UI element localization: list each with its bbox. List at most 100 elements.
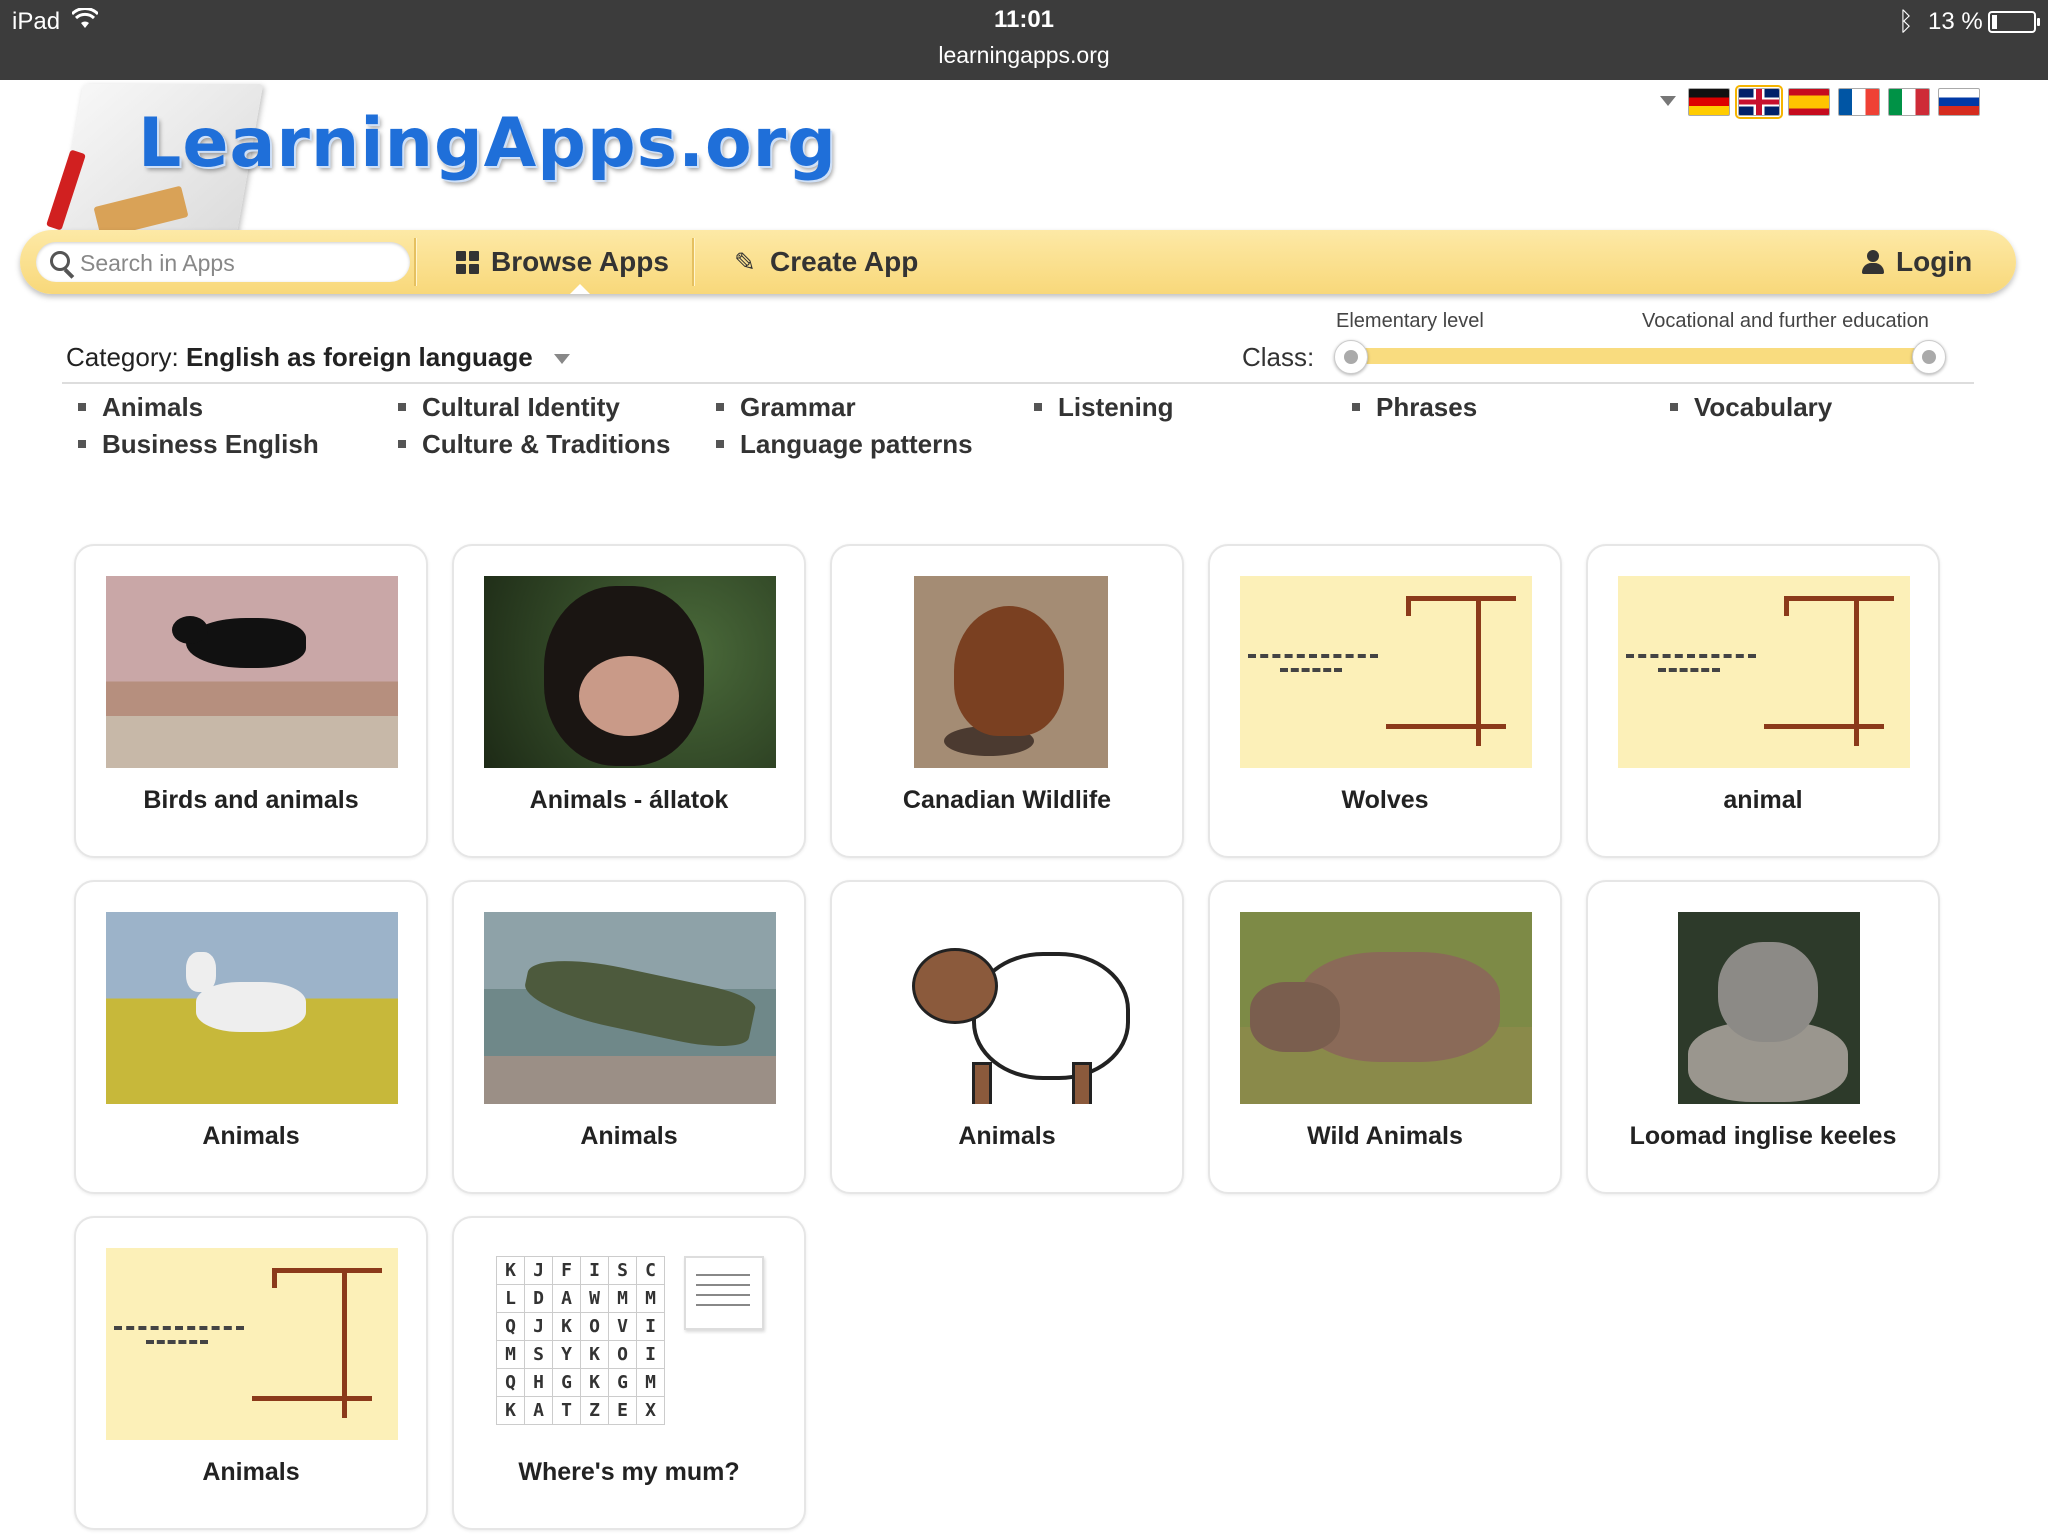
app-title: animal [1723,786,1803,814]
level-min-label: Elementary level [1336,310,1484,332]
app-card[interactable]: Animals - állatok [452,544,806,858]
wordsearch-letter: I [637,1341,665,1369]
subcategory-listening[interactable]: Listening [1024,392,1174,423]
app-card[interactable]: Loomad inglise keeles [1586,880,1940,1194]
wordsearch-letter: E [609,1397,637,1425]
subcategory-phrases[interactable]: Phrases [1342,392,1477,423]
app-card[interactable]: Animals [74,880,428,1194]
active-tab-pointer [570,284,590,294]
german-flag-icon[interactable] [1688,88,1730,116]
app-card[interactable]: Canadian Wildlife [830,544,1184,858]
bluetooth-icon: ᛒ [1898,6,1914,36]
subcategory-animals[interactable]: Animals [68,392,203,423]
english-flag-icon[interactable] [1735,85,1783,119]
app-thumbnail [106,576,398,768]
app-card[interactable]: Animals [74,1216,428,1530]
language-selector [1688,85,1980,119]
hangman-thumbnail [1618,576,1910,768]
language-dropdown-icon[interactable] [1660,96,1676,106]
app-card[interactable]: Animals [452,880,806,1194]
category-selector[interactable]: Category: English as foreign language [66,342,570,373]
app-title: Birds and animals [143,786,359,814]
wordsearch-letter: D [525,1285,553,1313]
subcategory-vocabulary[interactable]: Vocabulary [1660,392,1832,423]
pencil-icon: ✎ [734,247,756,277]
wordsearch-letter: F [553,1257,581,1285]
nav-separator [692,238,694,286]
class-label: Class: [1242,342,1315,372]
app-thumbnail [484,576,776,768]
logo-text: LearningApps.org [138,104,837,183]
app-thumbnail [1240,912,1532,1104]
wordsearch-letter: M [497,1341,525,1369]
hangman-thumbnail [1240,576,1532,768]
wordsearch-letter: M [637,1369,665,1397]
app-card[interactable]: Wild Animals [1208,880,1562,1194]
category-value: English as foreign language [185,342,533,372]
nav-separator [414,238,416,286]
wordsearch-letter: G [553,1369,581,1397]
app-title: Loomad inglise keeles [1629,1122,1897,1150]
app-thumbnail [914,576,1108,768]
app-card[interactable]: Birds and animals [74,544,428,858]
subcategory-culture-traditions[interactable]: Culture & Traditions [388,429,670,460]
wordsearch-letter: I [637,1313,665,1341]
russian-flag-icon[interactable] [1938,88,1980,116]
subcategory-grammar[interactable]: Grammar [706,392,856,423]
wordsearch-grid: KJFISCLDAWMMQJKOVIMSYKOIQHGKGMKATZEX [496,1256,665,1425]
app-title: Animals [202,1122,300,1150]
app-thumbnail [1678,912,1860,1104]
subcategory-cultural-identity[interactable]: Cultural Identity [388,392,620,423]
app-title: Animals [958,1122,1056,1150]
wordsearch-letter: S [609,1257,637,1285]
create-app-button[interactable]: ✎ Create App [734,242,918,282]
wordsearch-letter: M [609,1285,637,1313]
wordsearch-letter: J [525,1313,553,1341]
app-card[interactable]: Wolves [1208,544,1562,858]
login-button[interactable]: Login [1862,242,1972,282]
app-title: Wild Animals [1307,1122,1463,1150]
browse-apps-button[interactable]: Browse Apps [456,242,669,282]
wordsearch-thumbnail: KJFISCLDAWMMQJKOVIMSYKOIQHGKGMKATZEX [484,1248,776,1440]
login-label: Login [1896,246,1973,277]
chevron-down-icon[interactable] [553,354,570,365]
app-card[interactable]: Animals [830,880,1184,1194]
hangman-thumbnail [106,1248,398,1440]
document-icon [684,1256,764,1330]
wordsearch-letter: X [637,1397,665,1425]
app-title: Where's my mum? [518,1458,740,1486]
url-bar[interactable]: learningapps.org [0,42,2048,69]
create-app-label: Create App [770,246,919,277]
subcategory-language-patterns[interactable]: Language patterns [706,429,973,460]
wordsearch-letter: O [609,1341,637,1369]
italian-flag-icon[interactable] [1888,88,1930,116]
french-flag-icon[interactable] [1838,88,1880,116]
spanish-flag-icon[interactable] [1788,88,1830,116]
wordsearch-letter: S [525,1341,553,1369]
wordsearch-letter: K [581,1369,609,1397]
wordsearch-letter: T [553,1397,581,1425]
wordsearch-letter: M [637,1285,665,1313]
wordsearch-letter: J [525,1257,553,1285]
slider-handle-max[interactable] [1912,340,1946,374]
app-thumbnail [484,912,776,1104]
app-thumbnail [862,912,1154,1104]
app-title: Canadian Wildlife [902,786,1112,814]
battery-icon [1988,11,2040,33]
class-range-slider[interactable] [1336,348,1942,364]
status-bar: iPad 11:01 learningapps.org ᛒ 13 % [0,0,2048,80]
search-icon[interactable] [50,251,70,271]
wordsearch-letter: A [525,1397,553,1425]
search-input[interactable] [78,246,402,280]
wordsearch-letter: Y [553,1341,581,1369]
app-card[interactable]: KJFISCLDAWMMQJKOVIMSYKOIQHGKGMKATZEX Whe… [452,1216,806,1530]
user-icon [1862,250,1884,274]
slider-handle-min[interactable] [1334,340,1368,374]
browse-apps-label: Browse Apps [491,246,669,277]
app-card[interactable]: animal [1586,544,1940,858]
grid-icon [456,250,479,274]
wordsearch-letter: K [581,1341,609,1369]
wordsearch-letter: L [497,1285,525,1313]
app-title: Animals [580,1122,678,1150]
subcategory-business-english[interactable]: Business English [68,429,319,460]
